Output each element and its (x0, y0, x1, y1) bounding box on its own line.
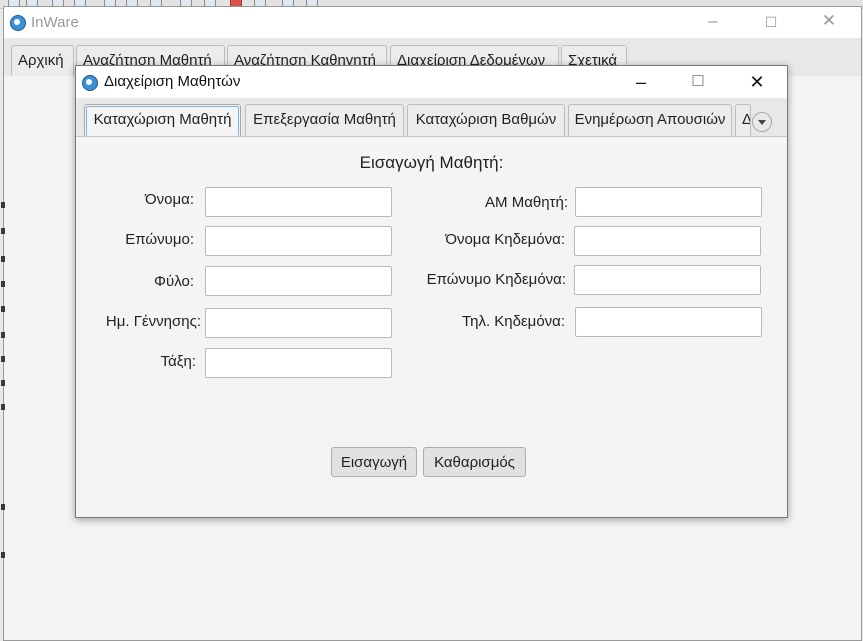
dialog-minimize-button[interactable]: – (621, 70, 661, 94)
birth-date-input[interactable] (205, 308, 392, 338)
guardian-phone-input[interactable] (575, 307, 762, 337)
guardian-first-name-input[interactable] (574, 226, 761, 256)
tab-student-edit[interactable]: Επεξεργασία Μαθητή (245, 104, 404, 136)
edge-artifact (1, 202, 5, 208)
students-management-dialog: Διαχείριση Μαθητών – ☐ ✕ Καταχώριση Μαθη… (75, 65, 788, 518)
main-maximize-button[interactable]: ☐ (756, 10, 786, 34)
edge-artifact (1, 552, 5, 558)
last-name-input[interactable] (205, 226, 392, 256)
student-id-input[interactable] (575, 187, 762, 217)
edge-artifact (1, 306, 5, 312)
edge-artifact (1, 228, 5, 234)
dialog-tab-bar: Καταχώριση Μαθητή Επεξεργασία Μαθητή Κατ… (76, 98, 787, 137)
edge-artifact (1, 404, 5, 410)
guardian-phone-label: Τηλ. Κηδεμόνα: (462, 313, 565, 330)
tab-absences-update[interactable]: Ενημέρωση Απουσιών (568, 104, 732, 136)
dialog-maximize-button[interactable]: ☐ (678, 70, 718, 94)
dialog-app-icon (82, 75, 98, 91)
tab-home[interactable]: Αρχική (11, 45, 74, 75)
clear-button[interactable]: Καθαρισμός (423, 447, 526, 477)
dialog-title-bar: Διαχείριση Μαθητών – ☐ ✕ (76, 66, 787, 98)
tabs-overflow-dropdown-icon[interactable] (752, 112, 772, 132)
dialog-close-button[interactable]: ✕ (737, 70, 777, 94)
gender-label: Φύλο: (154, 273, 194, 290)
class-input[interactable] (205, 348, 392, 378)
edge-artifact (1, 281, 5, 287)
main-title-bar: InWare – ☐ ✕ (4, 7, 861, 38)
guardian-last-name-label: Επώνυμο Κηδεμόνα: (426, 271, 566, 288)
guardian-last-name-input[interactable] (574, 265, 761, 295)
tab-truncated[interactable]: Δ (735, 104, 751, 136)
form-heading: Εισαγωγή Μαθητή: (359, 153, 504, 172)
edge-artifact (1, 504, 5, 510)
dialog-title: Διαχείριση Μαθητών (104, 73, 241, 90)
main-close-button[interactable]: ✕ (814, 9, 844, 33)
first-name-input[interactable] (205, 187, 392, 217)
guardian-first-name-label: Όνομα Κηδεμόνα: (445, 231, 565, 248)
main-window-title: InWare (31, 14, 79, 31)
edge-artifact (1, 356, 5, 362)
tab-grades-entry[interactable]: Καταχώριση Βαθμών (407, 104, 565, 136)
birth-date-label: Ημ. Γέννησης: (105, 313, 201, 330)
edge-artifact (1, 380, 5, 386)
gender-input[interactable] (205, 266, 392, 296)
student-id-label: ΑΜ Μαθητή: (485, 194, 568, 211)
last-name-label: Επώνυμο: (125, 231, 194, 248)
app-logo-icon (10, 15, 26, 31)
insert-button[interactable]: Εισαγωγή (331, 447, 417, 477)
tab-focus-ring (86, 106, 239, 136)
first-name-label: Όνομα: (145, 191, 194, 208)
class-label: Τάξη: (160, 353, 196, 370)
edge-artifact (1, 256, 5, 262)
main-minimize-button[interactable]: – (698, 9, 728, 33)
tab-student-registration[interactable]: Καταχώριση Μαθητή (84, 104, 241, 136)
edge-artifact (1, 332, 5, 338)
